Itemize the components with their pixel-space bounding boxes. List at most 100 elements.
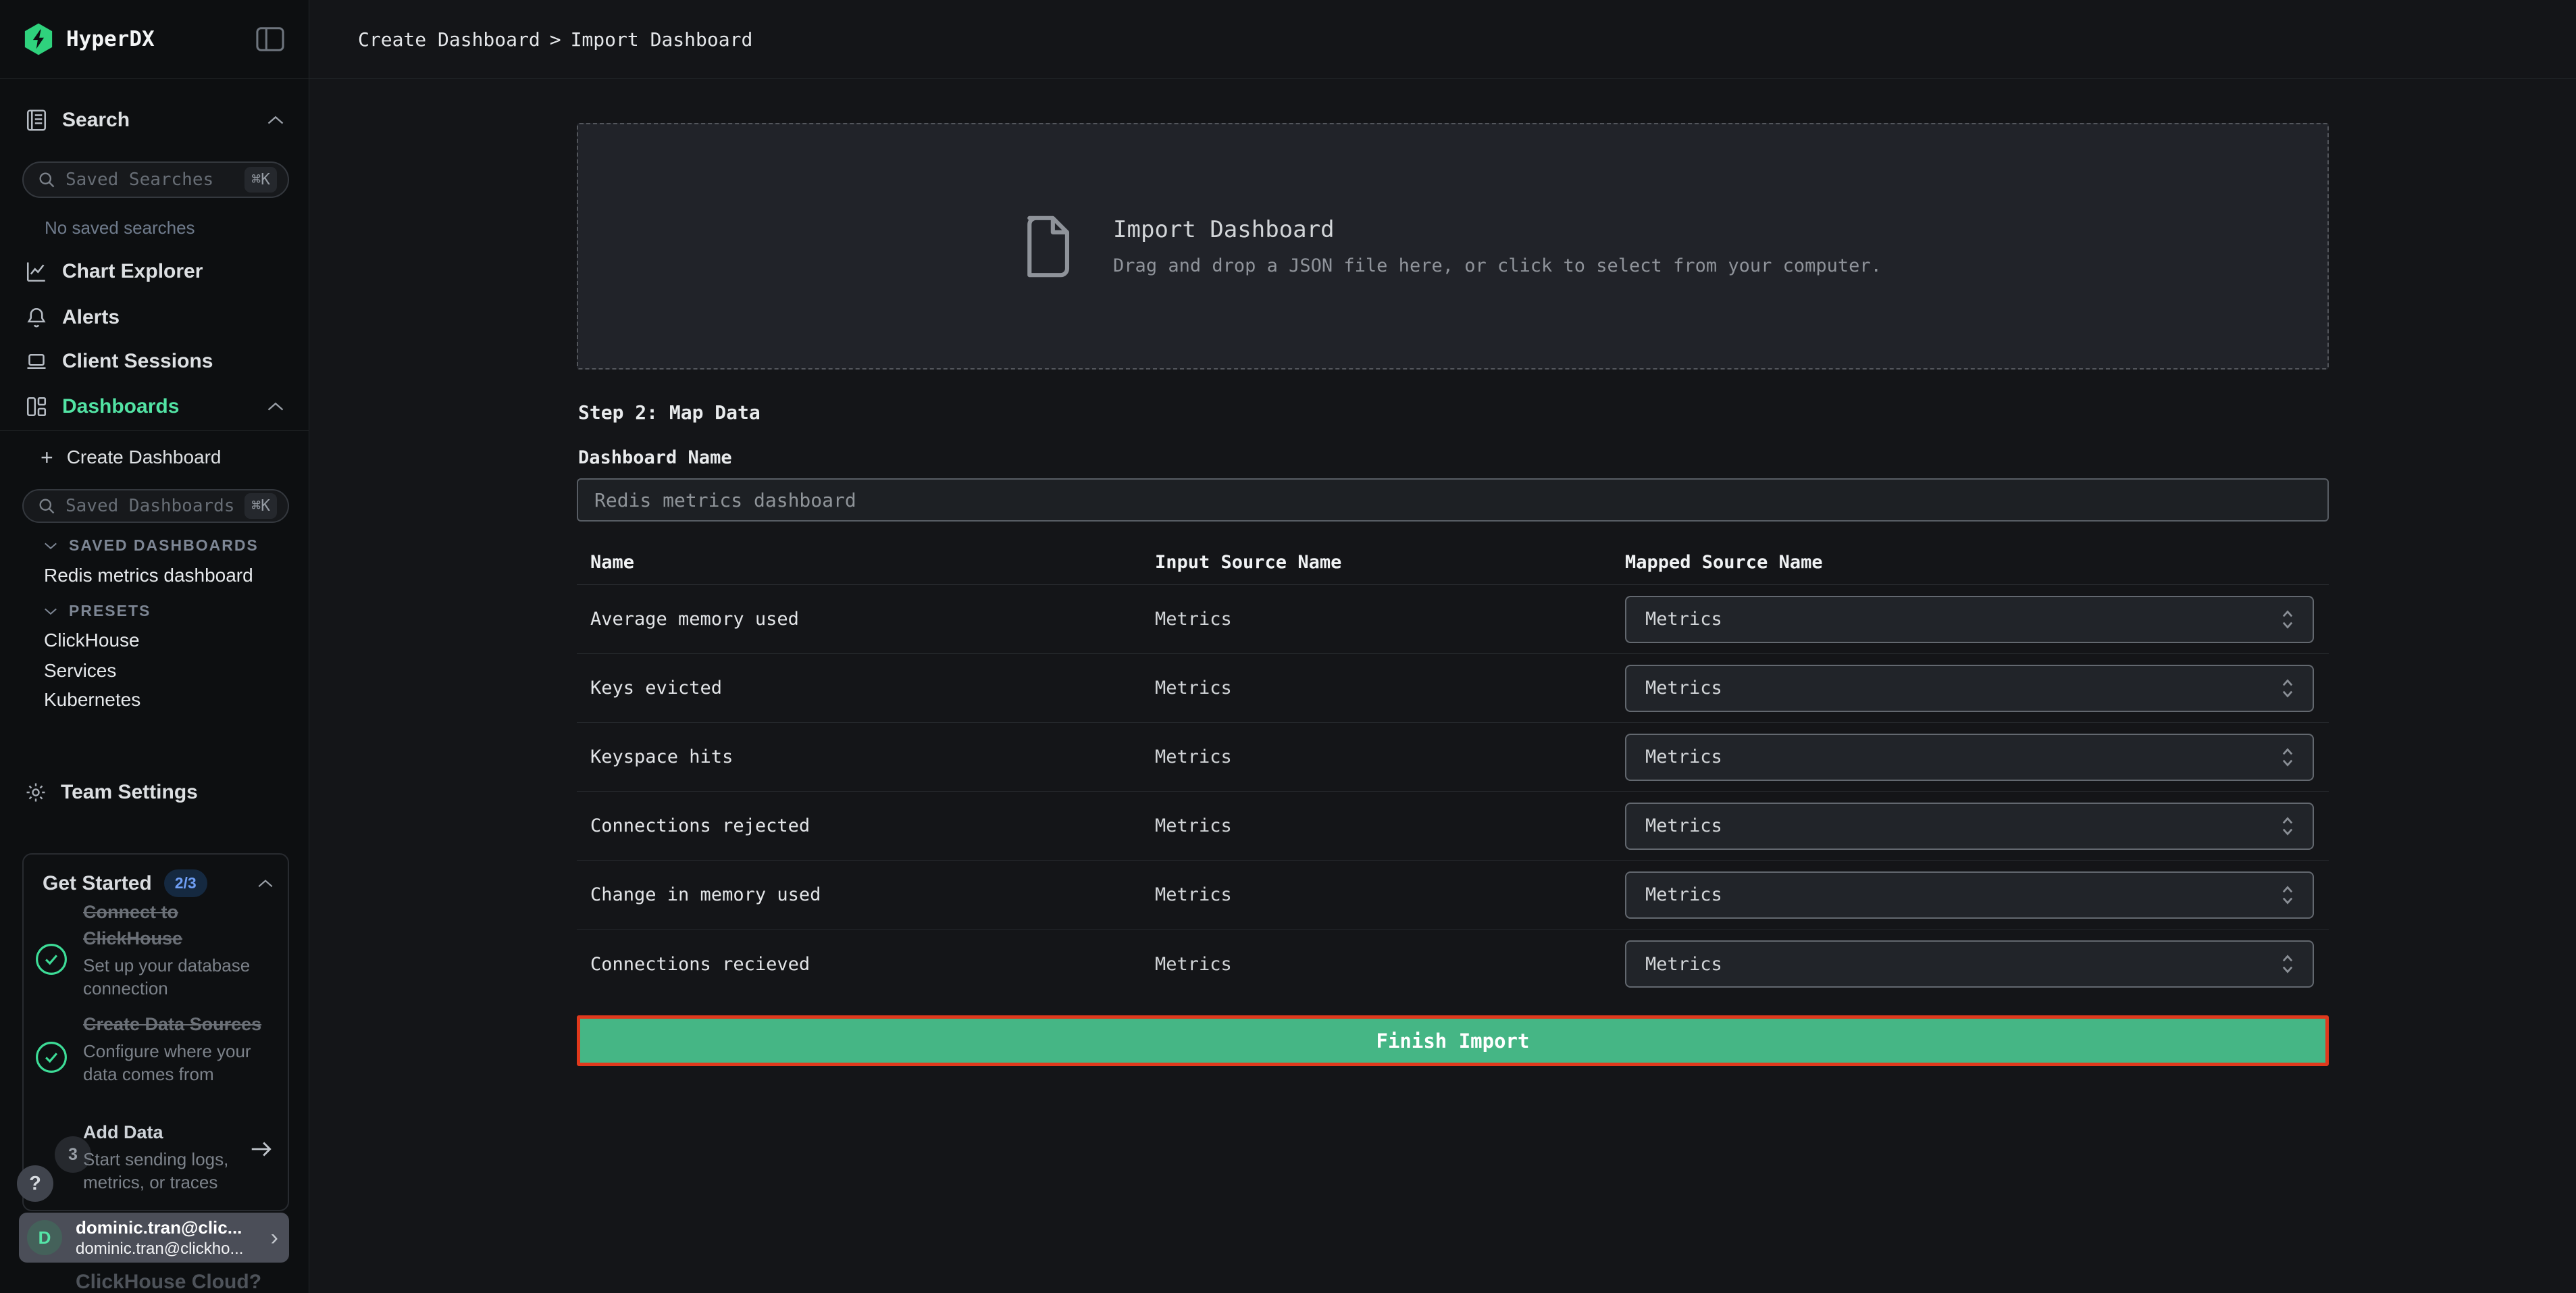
main-area: Create Dashboard>Import Dashboard Import… xyxy=(309,0,2576,1293)
table-row: Change in memory used Metrics Metrics xyxy=(577,861,2329,930)
selected-value: Metrics xyxy=(1645,609,1722,630)
chevron-up-icon xyxy=(257,878,274,889)
row-name: Connections recieved xyxy=(577,954,1155,975)
divider xyxy=(0,430,309,431)
selected-value: Metrics xyxy=(1645,884,1722,905)
team-settings-label: Team Settings xyxy=(61,781,198,804)
finish-import-button[interactable]: Finish Import xyxy=(577,1015,2329,1066)
sidebar-item-dashboards[interactable]: Dashboards xyxy=(0,384,309,429)
select-chevrons-icon xyxy=(2279,608,2296,631)
sidebar-dashboard-redis-metrics[interactable]: Redis metrics dashboard xyxy=(44,565,253,586)
user-account-chip[interactable]: D dominic.tran@clic... dominic.tran@clic… xyxy=(19,1213,289,1263)
dropzone-title: Import Dashboard xyxy=(1113,216,1882,243)
selected-value: Metrics xyxy=(1645,815,1722,836)
sidebar-item-chart-explorer[interactable]: Chart Explorer xyxy=(0,249,309,294)
chevron-right-icon: › xyxy=(271,1225,278,1251)
step-heading: Step 2: Map Data xyxy=(578,401,761,424)
row-name: Keyspace hits xyxy=(577,746,1155,767)
row-input-source: Metrics xyxy=(1155,678,1625,699)
dashboard-grid-icon xyxy=(24,395,49,419)
breadcrumb-create-dashboard[interactable]: Create Dashboard xyxy=(358,28,540,51)
chevron-down-icon xyxy=(43,541,58,551)
saved-dashboards-searchbox[interactable]: ⌘K xyxy=(22,489,289,523)
bell-icon xyxy=(24,305,49,330)
logo-row: HyperDX xyxy=(0,0,309,79)
breadcrumb: Create Dashboard>Import Dashboard xyxy=(358,28,752,51)
sidebar-preset-services[interactable]: Services xyxy=(44,660,116,682)
saved-searches-input[interactable] xyxy=(66,170,244,190)
laptop-icon xyxy=(24,349,49,374)
get-started-item-title: Add Data xyxy=(83,1119,245,1146)
row-input-source: Metrics xyxy=(1155,815,1625,836)
dashboard-name-input[interactable] xyxy=(577,478,2329,522)
get-started-item-add-data[interactable]: Add Data Start sending logs, metrics, or… xyxy=(83,1119,245,1194)
row-input-source: Metrics xyxy=(1155,884,1625,905)
get-started-item-sources[interactable]: Create Data Sources Configure where your… xyxy=(83,1011,299,1086)
table-row: Connections recieved Metrics Metrics xyxy=(577,930,2329,998)
get-started-item-connect[interactable]: Connect to ClickHouse Set up your databa… xyxy=(83,899,255,1000)
mapped-source-select[interactable]: Metrics xyxy=(1625,596,2314,643)
chart-icon xyxy=(24,259,49,284)
saved-dashboards-input[interactable] xyxy=(66,496,244,516)
table-header-row: Name Input Source Name Mapped Source Nam… xyxy=(577,540,2329,585)
topbar: Create Dashboard>Import Dashboard xyxy=(309,0,2576,79)
file-icon xyxy=(1024,214,1077,279)
select-chevrons-icon xyxy=(2279,884,2296,907)
group-header-label: SAVED DASHBOARDS xyxy=(69,536,259,555)
saved-searches-searchbox[interactable]: ⌘K xyxy=(22,161,289,198)
group-header-presets[interactable]: PRESETS xyxy=(43,602,151,620)
mapped-source-select[interactable]: Metrics xyxy=(1625,665,2314,712)
sidebar-preset-clickhouse[interactable]: ClickHouse xyxy=(44,630,140,651)
progress-badge: 2/3 xyxy=(164,869,207,897)
row-input-source: Metrics xyxy=(1155,954,1625,975)
dropzone-inner: Import Dashboard Drag and drop a JSON fi… xyxy=(1024,214,1882,279)
row-name: Keys evicted xyxy=(577,678,1155,699)
gear-icon xyxy=(24,781,47,804)
sidebar-item-label: Dashboards xyxy=(62,395,179,418)
sidebar-section-search-label: Search xyxy=(62,109,130,132)
create-dashboard-label: Create Dashboard xyxy=(67,447,222,468)
team-settings-button[interactable]: Team Settings xyxy=(0,776,309,809)
get-started-item-title: Connect to ClickHouse xyxy=(83,899,255,952)
get-started-header[interactable]: Get Started 2/3 xyxy=(43,869,274,897)
sidebar-section-search[interactable]: Search xyxy=(0,100,309,141)
sidebar-preset-kubernetes[interactable]: Kubernetes xyxy=(44,689,140,711)
column-header-mapped-source: Mapped Source Name xyxy=(1625,552,2329,573)
row-name: Average memory used xyxy=(577,609,1155,630)
get-started-item-subtitle: Set up your database connection xyxy=(83,954,255,1000)
dashboard-name-label: Dashboard Name xyxy=(578,447,732,468)
user-email-subtitle: dominic.tran@clickho... xyxy=(76,1240,243,1259)
chevron-up-icon xyxy=(266,114,285,126)
arrow-right-icon[interactable] xyxy=(249,1138,274,1160)
sidebar-item-label: Alerts xyxy=(62,306,120,329)
get-started-title: Get Started xyxy=(43,872,152,895)
check-circle-icon xyxy=(33,941,70,978)
sidebar-item-client-sessions[interactable]: Client Sessions xyxy=(0,339,309,384)
json-dropzone[interactable]: Import Dashboard Drag and drop a JSON fi… xyxy=(577,123,2329,370)
help-button[interactable]: ? xyxy=(17,1165,53,1202)
user-email-title: dominic.tran@clic... xyxy=(76,1217,243,1238)
row-input-source: Metrics xyxy=(1155,746,1625,767)
selected-value: Metrics xyxy=(1645,678,1722,699)
app-title: HyperDX xyxy=(66,27,155,51)
plus-icon: + xyxy=(41,447,53,468)
mapped-source-select[interactable]: Metrics xyxy=(1625,734,2314,781)
select-chevrons-icon xyxy=(2279,953,2296,975)
mapped-source-select[interactable]: Metrics xyxy=(1625,803,2314,850)
mapped-source-select[interactable]: Metrics xyxy=(1625,940,2314,988)
chevron-down-icon xyxy=(43,607,58,616)
table-row: Connections rejected Metrics Metrics xyxy=(577,792,2329,861)
sidebar-item-alerts[interactable]: Alerts xyxy=(0,295,309,340)
search-icon xyxy=(37,497,56,515)
table-row: Average memory used Metrics Metrics xyxy=(577,585,2329,654)
finish-import-label: Finish Import xyxy=(1376,1030,1530,1053)
create-dashboard-button[interactable]: + Create Dashboard xyxy=(0,440,309,474)
search-icon xyxy=(37,170,56,189)
sidebar-collapse-icon[interactable] xyxy=(255,25,286,53)
shortcut-badge: ⌘K xyxy=(244,493,277,519)
column-header-input-source: Input Source Name xyxy=(1155,552,1625,573)
row-name: Connections rejected xyxy=(577,815,1155,836)
hyperdx-logo-icon xyxy=(23,22,54,56)
group-header-saved-dashboards[interactable]: SAVED DASHBOARDS xyxy=(43,536,259,555)
mapped-source-select[interactable]: Metrics xyxy=(1625,871,2314,919)
